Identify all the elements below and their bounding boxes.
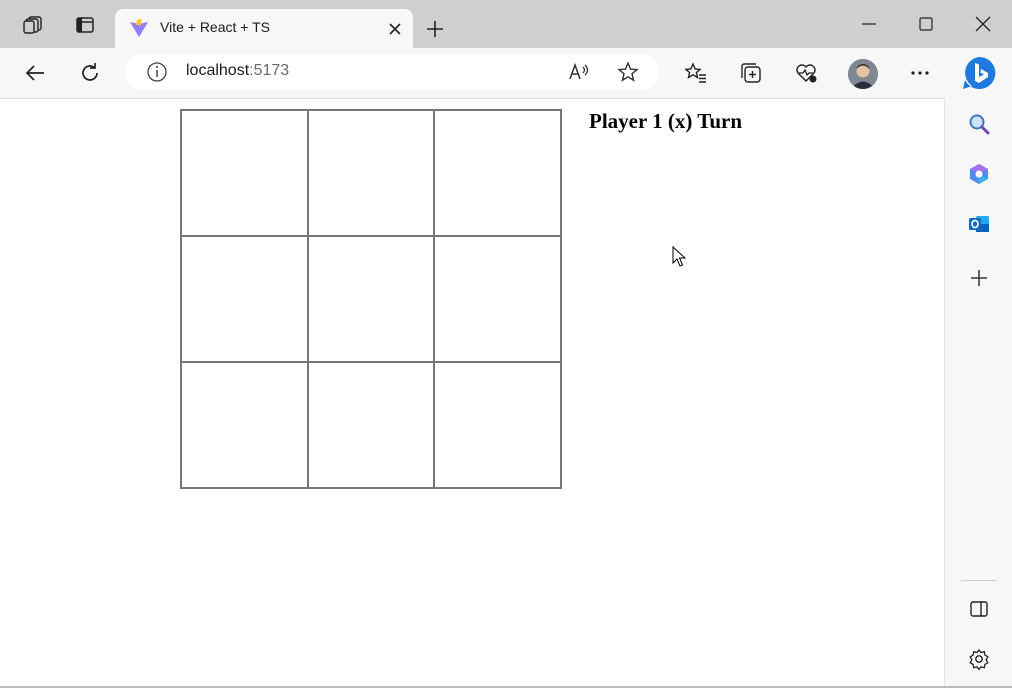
board-cell[interactable]: [307, 362, 435, 488]
workspaces-icon[interactable]: [22, 14, 44, 36]
title-bar: Vite + React + TS: [0, 0, 1012, 49]
toolbar: localhost:5173: [0, 48, 1012, 98]
game-board: [180, 109, 562, 489]
more-icon[interactable]: [908, 61, 932, 85]
maximize-icon[interactable]: [916, 14, 936, 34]
board-cell[interactable]: [434, 236, 561, 362]
board-cell[interactable]: [181, 362, 308, 488]
settings-icon[interactable]: [967, 647, 991, 671]
copilot-sidebar-icon[interactable]: [967, 162, 991, 186]
close-tab-icon[interactable]: [387, 21, 403, 37]
active-tab[interactable]: Vite + React + TS: [115, 9, 413, 49]
outlook-icon[interactable]: [967, 212, 991, 236]
tab-title: Vite + React + TS: [160, 19, 270, 35]
board-cell[interactable]: [181, 236, 308, 362]
address-bar[interactable]: localhost:5173: [125, 54, 659, 90]
search-icon[interactable]: [967, 112, 991, 136]
vite-icon: [129, 19, 149, 39]
sidebar-divider: [961, 580, 997, 581]
favorite-star-icon[interactable]: [616, 60, 640, 84]
url-port: :5173: [249, 62, 290, 79]
refresh-icon[interactable]: [78, 61, 102, 85]
close-window-icon[interactable]: [973, 14, 993, 34]
copilot-icon[interactable]: [960, 54, 998, 92]
back-icon[interactable]: [23, 61, 47, 85]
read-aloud-icon[interactable]: [567, 60, 591, 84]
minimize-icon[interactable]: [859, 14, 879, 34]
profile-avatar[interactable]: [848, 59, 878, 89]
tab-actions-icon[interactable]: [74, 14, 96, 36]
new-tab-icon[interactable]: [424, 18, 446, 40]
url-text: localhost:5173: [186, 62, 289, 80]
edge-sidebar: [944, 98, 1012, 686]
info-icon[interactable]: [145, 60, 169, 84]
board-cell[interactable]: [434, 362, 561, 488]
favorites-icon[interactable]: [684, 61, 708, 85]
add-icon[interactable]: [967, 266, 991, 290]
board-cell[interactable]: [181, 110, 308, 236]
turn-status: Player 1 (x) Turn: [589, 109, 743, 133]
mouse-cursor-icon: [672, 245, 687, 272]
board-cell[interactable]: [307, 110, 435, 236]
split-screen-icon[interactable]: [967, 597, 991, 621]
page-content: Player 1 (x) Turn: [0, 98, 944, 687]
collections-icon[interactable]: [739, 61, 763, 85]
board-cell[interactable]: [434, 110, 561, 236]
url-host: localhost: [186, 62, 250, 79]
browser-essentials-icon[interactable]: [794, 61, 818, 85]
board-cell[interactable]: [307, 236, 435, 362]
